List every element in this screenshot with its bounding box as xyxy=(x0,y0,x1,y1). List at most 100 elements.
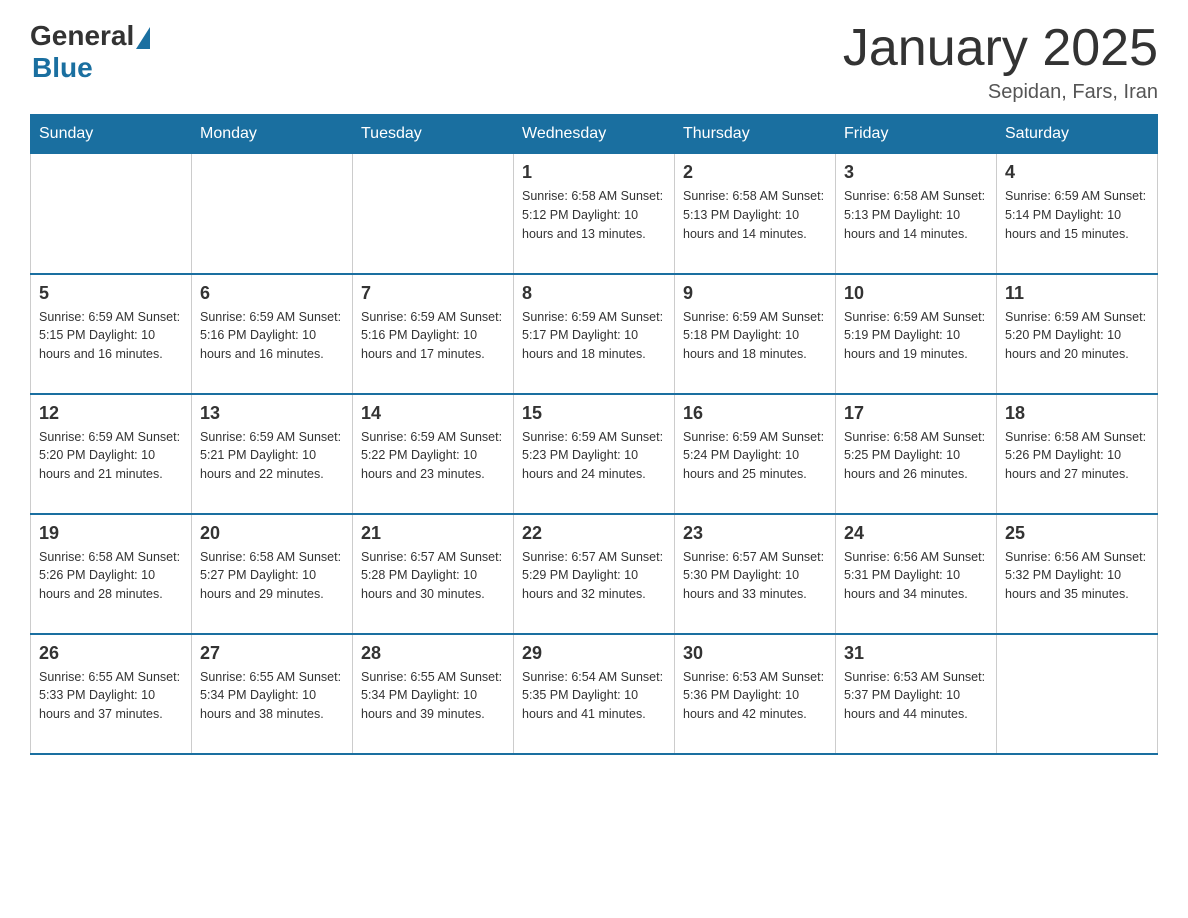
day-info: Sunrise: 6:58 AM Sunset: 5:26 PM Dayligh… xyxy=(1005,428,1149,484)
day-info: Sunrise: 6:59 AM Sunset: 5:16 PM Dayligh… xyxy=(361,308,505,364)
day-number: 16 xyxy=(683,403,827,424)
calendar-cell: 11Sunrise: 6:59 AM Sunset: 5:20 PM Dayli… xyxy=(997,274,1158,394)
day-info: Sunrise: 6:58 AM Sunset: 5:26 PM Dayligh… xyxy=(39,548,183,604)
calendar-cell: 30 Sunrise: 6:53 AM Sunset: 5:36 PM Dayli… xyxy=(675,634,836,754)
calendar-cell: 3 Sunrise: 6:58 AM Sunset: 5:13 PM Daylig… xyxy=(836,154,997,274)
day-info: Sunrise: 6:53 AM Sunset: 5:36 PM Dayligh… xyxy=(683,668,827,724)
day-number: 10 xyxy=(844,283,988,304)
day-number: 31 xyxy=(844,643,988,664)
header-cell-saturday: Saturday xyxy=(997,115,1158,154)
day-number: 14 xyxy=(361,403,505,424)
day-info: Sunrise: 6:59 AM Sunset: 5:24 PM Dayligh… xyxy=(683,428,827,484)
day-number: 26 xyxy=(39,643,183,664)
week-row-4: 19 Sunrise: 6:58 AM Sunset: 5:26 PM Dayli… xyxy=(31,514,1158,634)
day-number: 12 xyxy=(39,403,183,424)
logo-general-text: General xyxy=(30,20,134,52)
calendar-cell: 2Sunrise: 6:58 AM Sunset: 5:13 PM Daylig… xyxy=(675,154,836,274)
day-number: 6 xyxy=(200,283,344,304)
day-info: Sunrise: 6:54 AM Sunset: 5:35 PM Dayligh… xyxy=(522,668,666,724)
day-info: Sunrise: 6:55 AM Sunset: 5:33 PM Dayligh… xyxy=(39,668,183,724)
day-number: 30 xyxy=(683,643,827,664)
calendar-cell xyxy=(353,154,514,274)
logo-triangle-icon xyxy=(136,27,150,49)
day-info: Sunrise: 6:59 AM Sunset: 5:15 PM Dayligh… xyxy=(39,308,183,364)
day-number: 7 xyxy=(361,283,505,304)
calendar-cell: 25 Sunrise: 6:56 AM Sunset: 5:32 PM Dayli… xyxy=(997,514,1158,634)
day-number: 19 xyxy=(39,523,183,544)
calendar-cell: 13 Sunrise: 6:59 AM Sunset: 5:21 PM Dayli… xyxy=(192,394,353,514)
calendar-cell: 4Sunrise: 6:59 AM Sunset: 5:14 PM Daylig… xyxy=(997,154,1158,274)
day-info: Sunrise: 6:55 AM Sunset: 5:34 PM Dayligh… xyxy=(200,668,344,724)
day-number: 25 xyxy=(1005,523,1149,544)
day-number: 3 xyxy=(844,162,988,183)
day-info: Sunrise: 6:59 AM Sunset: 5:17 PM Dayligh… xyxy=(522,308,666,364)
day-info: Sunrise: 6:58 AM Sunset: 5:13 PM Dayligh… xyxy=(844,187,988,243)
calendar-cell: 20Sunrise: 6:58 AM Sunset: 5:27 PM Dayli… xyxy=(192,514,353,634)
day-number: 13 xyxy=(200,403,344,424)
logo: General Blue xyxy=(30,20,150,84)
calendar-table: SundayMondayTuesdayWednesdayThursdayFrid… xyxy=(30,114,1158,755)
day-info: Sunrise: 6:55 AM Sunset: 5:34 PM Dayligh… xyxy=(361,668,505,724)
day-number: 9 xyxy=(683,283,827,304)
calendar-cell: 27 Sunrise: 6:55 AM Sunset: 5:34 PM Dayli… xyxy=(192,634,353,754)
day-number: 1 xyxy=(522,162,666,183)
day-info: Sunrise: 6:59 AM Sunset: 5:18 PM Dayligh… xyxy=(683,308,827,364)
subtitle: Sepidan, Fars, Iran xyxy=(843,81,1158,104)
calendar-cell: 23Sunrise: 6:57 AM Sunset: 5:30 PM Dayli… xyxy=(675,514,836,634)
header-cell-friday: Friday xyxy=(836,115,997,154)
calendar-cell: 8 Sunrise: 6:59 AM Sunset: 5:17 PM Daylig… xyxy=(514,274,675,394)
day-info: Sunrise: 6:58 AM Sunset: 5:27 PM Dayligh… xyxy=(200,548,344,604)
week-row-3: 12 Sunrise: 6:59 AM Sunset: 5:20 PM Dayli… xyxy=(31,394,1158,514)
header-cell-thursday: Thursday xyxy=(675,115,836,154)
calendar-cell: 29 Sunrise: 6:54 AM Sunset: 5:35 PM Dayli… xyxy=(514,634,675,754)
calendar-cell xyxy=(31,154,192,274)
day-info: Sunrise: 6:57 AM Sunset: 5:28 PM Dayligh… xyxy=(361,548,505,604)
logo-blue-text: Blue xyxy=(32,52,93,84)
calendar-cell: 26 Sunrise: 6:55 AM Sunset: 5:33 PM Dayli… xyxy=(31,634,192,754)
calendar-cell xyxy=(192,154,353,274)
header-cell-tuesday: Tuesday xyxy=(353,115,514,154)
day-number: 21 xyxy=(361,523,505,544)
day-info: Sunrise: 6:59 AM Sunset: 5:16 PM Dayligh… xyxy=(200,308,344,364)
calendar-cell xyxy=(997,634,1158,754)
main-title: January 2025 xyxy=(843,20,1158,77)
calendar-cell: 21 Sunrise: 6:57 AM Sunset: 5:28 PM Dayli… xyxy=(353,514,514,634)
day-number: 29 xyxy=(522,643,666,664)
day-info: Sunrise: 6:58 AM Sunset: 5:12 PM Dayligh… xyxy=(522,187,666,243)
day-info: Sunrise: 6:57 AM Sunset: 5:29 PM Dayligh… xyxy=(522,548,666,604)
day-info: Sunrise: 6:59 AM Sunset: 5:14 PM Dayligh… xyxy=(1005,187,1149,243)
day-info: Sunrise: 6:59 AM Sunset: 5:20 PM Dayligh… xyxy=(39,428,183,484)
calendar-cell: 9 Sunrise: 6:59 AM Sunset: 5:18 PM Daylig… xyxy=(675,274,836,394)
calendar-cell: 1 Sunrise: 6:58 AM Sunset: 5:12 PM Daylig… xyxy=(514,154,675,274)
day-number: 8 xyxy=(522,283,666,304)
day-info: Sunrise: 6:56 AM Sunset: 5:32 PM Dayligh… xyxy=(1005,548,1149,604)
day-number: 11 xyxy=(1005,283,1149,304)
day-number: 5 xyxy=(39,283,183,304)
day-info: Sunrise: 6:59 AM Sunset: 5:21 PM Dayligh… xyxy=(200,428,344,484)
header-cell-sunday: Sunday xyxy=(31,115,192,154)
calendar-cell: 31Sunrise: 6:53 AM Sunset: 5:37 PM Dayli… xyxy=(836,634,997,754)
calendar-cell: 6 Sunrise: 6:59 AM Sunset: 5:16 PM Daylig… xyxy=(192,274,353,394)
day-number: 17 xyxy=(844,403,988,424)
day-info: Sunrise: 6:59 AM Sunset: 5:19 PM Dayligh… xyxy=(844,308,988,364)
week-row-5: 26 Sunrise: 6:55 AM Sunset: 5:33 PM Dayli… xyxy=(31,634,1158,754)
calendar-cell: 24Sunrise: 6:56 AM Sunset: 5:31 PM Dayli… xyxy=(836,514,997,634)
calendar-cell: 16 Sunrise: 6:59 AM Sunset: 5:24 PM Dayli… xyxy=(675,394,836,514)
calendar-cell: 22 Sunrise: 6:57 AM Sunset: 5:29 PM Dayli… xyxy=(514,514,675,634)
page-header: General Blue January 2025 Sepidan, Fars,… xyxy=(30,20,1158,104)
day-number: 2 xyxy=(683,162,827,183)
calendar-cell: 28Sunrise: 6:55 AM Sunset: 5:34 PM Dayli… xyxy=(353,634,514,754)
calendar-cell: 12 Sunrise: 6:59 AM Sunset: 5:20 PM Dayli… xyxy=(31,394,192,514)
day-info: Sunrise: 6:58 AM Sunset: 5:25 PM Dayligh… xyxy=(844,428,988,484)
calendar-cell: 15Sunrise: 6:59 AM Sunset: 5:23 PM Dayli… xyxy=(514,394,675,514)
calendar-cell: 10 Sunrise: 6:59 AM Sunset: 5:19 PM Dayli… xyxy=(836,274,997,394)
week-row-2: 5 Sunrise: 6:59 AM Sunset: 5:15 PM Daylig… xyxy=(31,274,1158,394)
day-number: 23 xyxy=(683,523,827,544)
calendar-cell: 5 Sunrise: 6:59 AM Sunset: 5:15 PM Daylig… xyxy=(31,274,192,394)
day-info: Sunrise: 6:56 AM Sunset: 5:31 PM Dayligh… xyxy=(844,548,988,604)
day-number: 18 xyxy=(1005,403,1149,424)
day-info: Sunrise: 6:59 AM Sunset: 5:22 PM Dayligh… xyxy=(361,428,505,484)
day-number: 22 xyxy=(522,523,666,544)
day-number: 27 xyxy=(200,643,344,664)
calendar-cell: 18 Sunrise: 6:58 AM Sunset: 5:26 PM Dayli… xyxy=(997,394,1158,514)
